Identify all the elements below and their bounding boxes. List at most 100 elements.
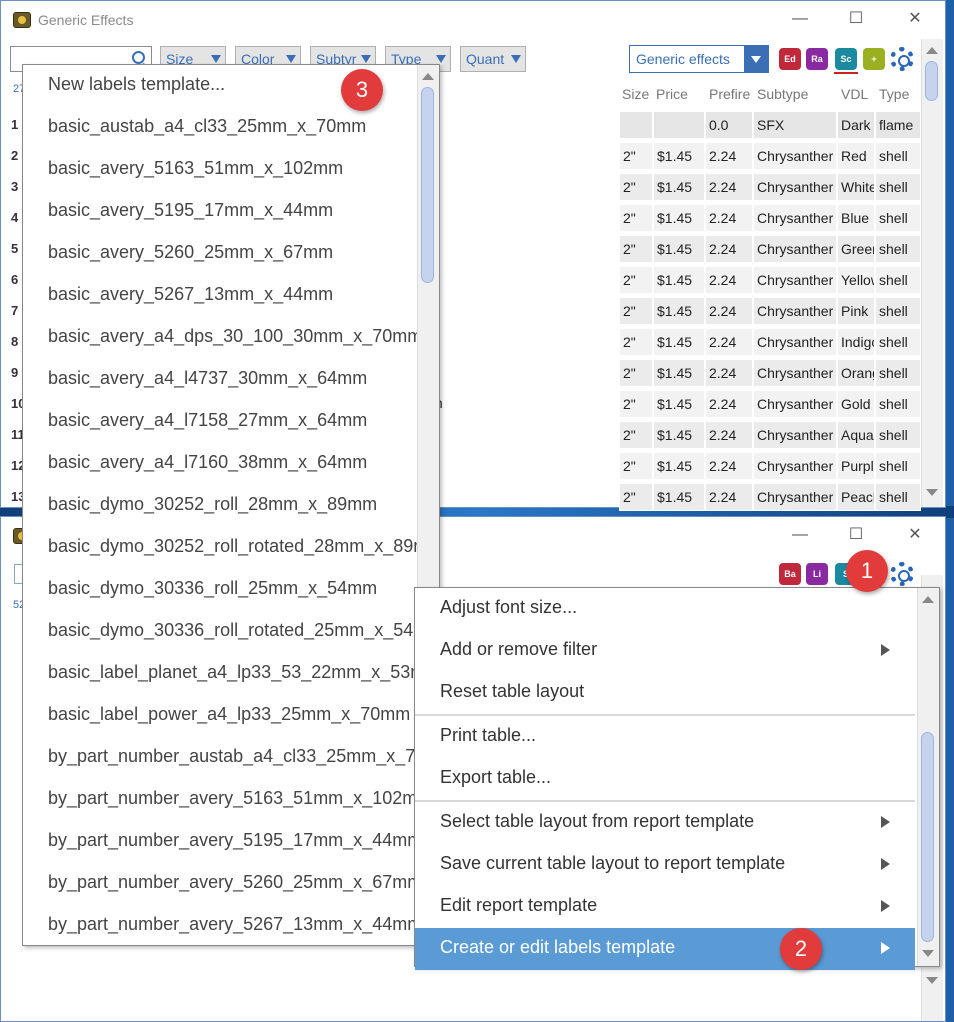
table-cell-type[interactable]: shell bbox=[875, 328, 921, 356]
table-cell-size[interactable]: 2" bbox=[619, 142, 653, 170]
menu-item[interactable]: Print table... bbox=[415, 716, 915, 758]
table-cell-prefire[interactable]: 2.24 bbox=[705, 297, 753, 325]
table-cell-subtype[interactable]: Chrysanther bbox=[753, 359, 837, 387]
labels-template-item[interactable]: basic_austab_a4_cl33_25mm_x_70mm bbox=[48, 116, 366, 137]
table-cell-prefire[interactable]: 2.24 bbox=[705, 266, 753, 294]
col-header-size[interactable]: Size bbox=[622, 86, 649, 102]
scroll-down-icon[interactable] bbox=[922, 950, 934, 957]
table-cell-size[interactable] bbox=[619, 111, 653, 139]
labels-template-item[interactable]: by_part_number_avery_5163_51mm_x_102mm bbox=[48, 788, 432, 809]
table-cell-size[interactable]: 2" bbox=[619, 359, 653, 387]
table-cell-price[interactable]: $1.45 bbox=[653, 390, 705, 418]
table-cell-subtype[interactable]: Chrysanther bbox=[753, 235, 837, 263]
scroll-up-icon[interactable] bbox=[422, 73, 434, 80]
table-cell-price[interactable]: $1.45 bbox=[653, 297, 705, 325]
scroll-thumb[interactable] bbox=[421, 87, 434, 283]
table-cell-size[interactable]: 2" bbox=[619, 390, 653, 418]
table-cell-price[interactable] bbox=[653, 111, 705, 139]
table-cell-subtype[interactable]: Chrysanther bbox=[753, 297, 837, 325]
menu-item[interactable]: Export table... bbox=[415, 758, 915, 800]
menu-item[interactable]: Save current table layout to report temp… bbox=[415, 844, 915, 886]
table-cell-type[interactable]: shell bbox=[875, 235, 921, 263]
scroll-down-icon[interactable] bbox=[926, 489, 938, 496]
col-header-price[interactable]: Price bbox=[656, 86, 688, 102]
table-cell-vdl[interactable]: Indigo bbox=[837, 328, 875, 356]
table-cell-size[interactable]: 2" bbox=[619, 483, 653, 511]
menu-item[interactable]: Reset table layout bbox=[415, 672, 915, 714]
table-cell-subtype[interactable]: Chrysanther bbox=[753, 204, 837, 232]
col-header-subtype[interactable]: Subtype bbox=[757, 86, 808, 102]
table-cell-subtype[interactable]: Chrysanther bbox=[753, 421, 837, 449]
labels-template-item[interactable]: basic_avery_5195_17mm_x_44mm bbox=[48, 200, 333, 221]
table-cell-price[interactable]: $1.45 bbox=[653, 452, 705, 480]
table-cell-vdl[interactable]: Gold bbox=[837, 390, 875, 418]
puzzle-li-icon[interactable]: Li bbox=[806, 563, 828, 585]
search-icon[interactable] bbox=[132, 51, 145, 64]
labels-template-item[interactable]: basic_dymo_30252_roll_rotated_28mm_x_89m… bbox=[48, 536, 439, 557]
scroll-thumb[interactable] bbox=[925, 61, 938, 101]
maximize-button[interactable]: ☐ bbox=[844, 523, 868, 547]
table-cell-size[interactable]: 2" bbox=[619, 266, 653, 294]
table-cell-price[interactable]: $1.45 bbox=[653, 142, 705, 170]
table-cell-vdl[interactable]: Dark bbox=[837, 111, 875, 139]
table-cell-type[interactable]: shell bbox=[875, 297, 921, 325]
puzzle-sc-icon[interactable]: Sc bbox=[835, 48, 857, 70]
table-cell-prefire[interactable]: 2.24 bbox=[705, 142, 753, 170]
table-cell-price[interactable]: $1.45 bbox=[653, 483, 705, 511]
gear-icon[interactable] bbox=[890, 47, 914, 71]
labels-template-item[interactable]: basic_avery_a4_l7158_27mm_x_64mm bbox=[48, 410, 367, 431]
table-cell-vdl[interactable]: Yellow bbox=[837, 266, 875, 294]
combo-dropdown-button[interactable] bbox=[744, 46, 768, 72]
puzzle-ed-icon[interactable]: Ed bbox=[779, 48, 801, 70]
table-cell-vdl[interactable]: Purple bbox=[837, 452, 875, 480]
table-cell-subtype[interactable]: Chrysanther bbox=[753, 483, 837, 511]
labels-template-item[interactable]: basic_label_power_a4_lp33_25mm_x_70mm bbox=[48, 704, 410, 725]
table-cell-vdl[interactable]: Aqua bbox=[837, 421, 875, 449]
table-cell-vdl[interactable]: Peach bbox=[837, 483, 875, 511]
table-cell-size[interactable]: 2" bbox=[619, 173, 653, 201]
table-cell-subtype[interactable]: Chrysanther bbox=[753, 142, 837, 170]
scroll-down-icon[interactable] bbox=[926, 977, 938, 984]
table-cell-vdl[interactable]: Pink bbox=[837, 297, 875, 325]
labels-template-item[interactable]: basic_dymo_30336_roll_25mm_x_54mm bbox=[48, 578, 377, 599]
table-cell-vdl[interactable]: Blue bbox=[837, 204, 875, 232]
table-cell-prefire[interactable]: 2.24 bbox=[705, 359, 753, 387]
table-cell-size[interactable]: 2" bbox=[619, 328, 653, 356]
menu-item[interactable]: Select table layout from report template bbox=[415, 802, 915, 844]
table-cell-subtype[interactable]: Chrysanther bbox=[753, 266, 837, 294]
table-cell-subtype[interactable]: Chrysanther bbox=[753, 328, 837, 356]
labels-template-item[interactable]: basic_avery_a4_dps_30_100_30mm_x_70mm bbox=[48, 326, 422, 347]
scroll-up-icon[interactable] bbox=[926, 47, 938, 54]
table-cell-prefire[interactable]: 2.24 bbox=[705, 421, 753, 449]
table-cell-type[interactable]: shell bbox=[875, 483, 921, 511]
table-cell-price[interactable]: $1.45 bbox=[653, 328, 705, 356]
labels-template-item[interactable]: basic_avery_5267_13mm_x_44mm bbox=[48, 284, 333, 305]
table-cell-size[interactable]: 2" bbox=[619, 204, 653, 232]
table-cell-type[interactable]: flame bbox=[875, 111, 921, 139]
titlebar[interactable]: Generic Effects — ☐ ✕ bbox=[1, 1, 945, 39]
table-cell-vdl[interactable]: Green bbox=[837, 235, 875, 263]
scroll-up-icon[interactable] bbox=[922, 596, 934, 603]
menu-item[interactable]: Edit report template bbox=[415, 886, 915, 928]
menu-item[interactable]: Create or edit labels template bbox=[415, 928, 915, 970]
puzzle-ra-icon[interactable]: Ra bbox=[806, 48, 828, 70]
menu-item[interactable]: Add or remove filter bbox=[415, 630, 915, 672]
labels-template-item[interactable]: by_part_number_avery_5267_13mm_x_44mm bbox=[48, 914, 422, 935]
labels-template-item[interactable]: basic_avery_a4_l4737_30mm_x_64mm bbox=[48, 368, 367, 389]
close-button[interactable]: ✕ bbox=[903, 7, 927, 31]
table-cell-subtype[interactable]: Chrysanther bbox=[753, 452, 837, 480]
filter-quant[interactable]: Quant bbox=[460, 46, 526, 72]
labels-template-item[interactable]: basic_dymo_30336_roll_rotated_25mm_x_54m… bbox=[48, 620, 439, 641]
labels-template-item[interactable]: by_part_number_austab_a4_cl33_25mm_x_70m… bbox=[48, 746, 439, 767]
table-cell-price[interactable]: $1.45 bbox=[653, 359, 705, 387]
table-cell-prefire[interactable]: 2.24 bbox=[705, 173, 753, 201]
table-cell-prefire[interactable]: 2.24 bbox=[705, 204, 753, 232]
labels-template-item[interactable]: basic_avery_a4_l7160_38mm_x_64mm bbox=[48, 452, 367, 473]
col-header-vdl[interactable]: VDL bbox=[841, 86, 868, 102]
table-cell-size[interactable]: 2" bbox=[619, 421, 653, 449]
minimize-button[interactable]: — bbox=[788, 523, 812, 547]
table-cell-size[interactable]: 2" bbox=[619, 297, 653, 325]
table-cell-price[interactable]: $1.45 bbox=[653, 235, 705, 263]
table-cell-type[interactable]: shell bbox=[875, 204, 921, 232]
puzzle-add-icon[interactable]: + bbox=[863, 48, 885, 70]
